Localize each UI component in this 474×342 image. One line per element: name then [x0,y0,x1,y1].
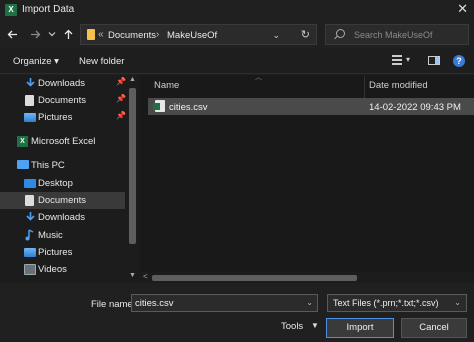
back-arrow-icon[interactable] [4,26,20,42]
sidebar-item-microsoft-excel[interactable]: X Microsoft Excel [0,133,125,150]
file-type-select[interactable]: Text Files (*.prn;*.txt;*.csv) ⌄ [327,294,467,312]
pin-icon[interactable]: 📌 [116,77,126,86]
sidebar-item-this-pc[interactable]: This PC [0,157,125,174]
sidebar-item-label: Pictures [38,112,73,123]
sidebar-item-label: Downloads [38,212,85,223]
file-name[interactable]: cities.csv [169,102,208,113]
folder-icon [87,29,95,40]
sidebar-item-music[interactable]: Music [0,227,125,244]
view-options-icon[interactable] [392,55,402,66]
file-name-value: cities.csv [135,298,174,309]
file-name-label: File name: [91,299,136,310]
scroll-up-icon[interactable]: ▲ [129,76,136,83]
new-folder-button[interactable]: New folder [79,56,124,67]
excel-app-icon: X [5,4,17,16]
sidebar-item-label: Microsoft Excel [31,136,96,147]
sidebar-item-label: Documents [38,95,87,106]
music-note-icon [25,229,34,241]
help-icon[interactable]: ? [453,55,465,67]
sort-indicator-icon: ︿ [255,74,262,81]
file-date-modified: 14-02-2022 09:43 PM [369,102,461,113]
import-button[interactable]: Import [326,318,394,338]
search-placeholder: Search MakeUseOf [354,30,433,40]
sidebar-item-desktop[interactable]: Desktop [0,175,125,192]
chevron-down-icon[interactable]: ⌄ [454,298,461,307]
pictures-icon [24,113,36,122]
file-type-value: Text Files (*.prn;*.txt;*.csv) [333,298,439,308]
navigation-bar: « Documents › MakeUseOf ⌄ ↻ Search MakeU… [0,21,474,48]
sidebar-item-downloads[interactable]: Downloads 📌 [0,75,126,92]
sidebar-item-label: Pictures [38,247,73,258]
sidebar-item-documents[interactable]: Documents [0,192,125,209]
forward-arrow-icon[interactable] [27,26,43,42]
sidebar-scrollbar-thumb[interactable] [129,88,136,244]
sidebar-item-pictures-quick[interactable]: Pictures 📌 [0,109,126,126]
pin-icon[interactable]: 📌 [116,111,126,120]
search-icon [336,29,345,38]
window-title: Import Data [22,4,75,15]
recent-locations-chevron-icon[interactable] [44,26,60,42]
tools-dropdown-icon[interactable]: ▼ [311,321,319,330]
overflow-chevron[interactable]: « [98,29,104,40]
sidebar-item-label: Downloads [38,78,85,89]
sidebar-item-label: This PC [31,160,65,171]
title-bar: X Import Data ✕ [0,0,474,21]
scroll-left-icon[interactable]: < [143,272,148,281]
column-header-name[interactable]: Name [154,80,179,91]
sidebar-item-label: Music [38,230,63,241]
cancel-button[interactable]: Cancel [401,318,467,338]
organize-menu-button[interactable]: Organize ▾ [13,56,59,67]
close-icon[interactable]: ✕ [457,1,468,17]
tools-menu-button[interactable]: Tools [281,321,303,332]
chevron-down-icon[interactable]: ⌄ [306,298,313,307]
up-arrow-icon[interactable] [60,26,76,42]
download-arrow-icon [26,212,35,221]
pictures-icon [24,248,36,257]
view-chevron-icon[interactable]: ▾ [406,55,410,64]
horizontal-scrollbar-thumb[interactable] [152,275,357,281]
sidebar-item-documents-quick[interactable]: Documents 📌 [0,92,126,109]
videos-icon [24,264,36,275]
sidebar-item-videos[interactable]: Videos [0,261,125,278]
sidebar-item-downloads-pc[interactable]: Downloads [0,209,125,226]
breadcrumb-makeuseof[interactable]: MakeUseOf [167,30,217,41]
preview-pane-icon[interactable] [428,56,440,65]
search-box[interactable]: Search MakeUseOf [325,24,469,45]
computer-icon [17,160,29,169]
pin-icon[interactable]: 📌 [116,94,126,103]
sidebar-item-pictures[interactable]: Pictures [0,244,125,261]
refresh-icon[interactable]: ↻ [301,28,310,41]
address-history-chevron-icon[interactable]: ⌄ [272,30,280,41]
sidebar-item-label: Videos [38,264,67,275]
column-divider[interactable] [364,76,365,98]
csv-file-icon [153,100,165,112]
desktop-icon [24,179,36,188]
download-arrow-icon [26,78,35,87]
sidebar-item-label: Documents [38,195,87,206]
scroll-down-icon[interactable]: ▼ [129,272,136,279]
documents-icon [25,95,34,106]
column-header-date-modified[interactable]: Date modified [369,80,428,91]
address-bar[interactable]: « Documents › MakeUseOf ⌄ ↻ [80,24,317,45]
file-name-input[interactable]: cities.csv ⌄ [131,294,318,312]
command-toolbar: Organize ▾ New folder ▾ ? [0,48,474,74]
breadcrumb-separator: › [156,29,160,40]
excel-icon: X [17,136,28,147]
documents-icon [25,195,34,206]
sidebar-item-label: Desktop [38,178,73,189]
breadcrumb-documents[interactable]: Documents [108,30,156,41]
